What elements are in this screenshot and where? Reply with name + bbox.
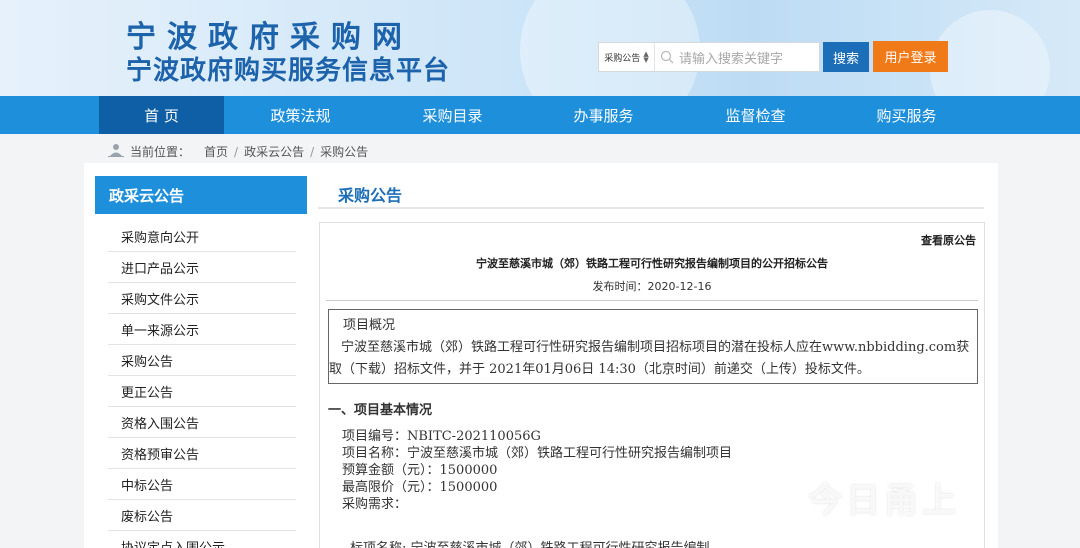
nav-item-catalog[interactable]: 采购目录: [390, 96, 515, 134]
overview-heading: 项目概况: [343, 318, 396, 333]
sidebar-list: 采购意向公开 进口产品公示 采购文件公示 单一来源公示 采购公告 更正公告 资格…: [108, 221, 296, 548]
nav-item-purchase-services[interactable]: 购买服务: [844, 96, 969, 134]
select-arrows-icon: ▲ ▼: [643, 50, 649, 64]
search-scope-label: 采购公告: [604, 53, 641, 64]
search-input[interactable]: 请输入搜索关键字: [679, 48, 783, 67]
breadcrumb-separator: /: [234, 144, 239, 159]
project-max-price: 最高限价（元）：1500000: [342, 480, 498, 495]
sidebar-item-correction[interactable]: 更正公告: [108, 376, 296, 407]
section-1-heading: 一、项目基本情况: [328, 403, 433, 418]
sidebar-item-prequalification[interactable]: 资格预审公告: [108, 438, 296, 469]
main-nav: 首 页 政策法规 采购目录 办事服务 监督检查 购买服务: [0, 96, 1080, 134]
nav-item-services[interactable]: 办事服务: [541, 96, 666, 134]
project-number: 项目编号：NBITC-202110056G: [342, 429, 541, 444]
sidebar-item-intent[interactable]: 采购意向公开: [108, 221, 296, 252]
overview-line-1: 宁波至慈溪市城（郊）铁路工程可行性研究报告编制项目招标项目的潜在投标人应在www…: [341, 340, 970, 355]
content-divider: [318, 207, 984, 209]
breadcrumb-item-zcy[interactable]: 政采云公告: [244, 143, 304, 160]
sidebar-item-cancel[interactable]: 废标公告: [108, 500, 296, 531]
sidebar-item-docs[interactable]: 采购文件公示: [108, 283, 296, 314]
breadcrumb-label: 当前位置：: [130, 145, 191, 159]
sidebar-item-import[interactable]: 进口产品公示: [108, 252, 296, 283]
sidebar-title: 政采云公告: [95, 176, 307, 214]
breadcrumb: 当前位置： 首页 / 政采云公告 / 采购公告: [108, 143, 368, 160]
search-icon: [655, 50, 679, 64]
lot-name: 标项名称: 宁波至慈溪市城（郊）铁路工程可行性研究报告编制: [350, 537, 710, 548]
watermark: 今日甬上: [808, 481, 960, 521]
search-box: 采购公告 ▲ ▼ 请输入搜索关键字: [598, 42, 820, 72]
sidebar-item-single-source[interactable]: 单一来源公示: [108, 314, 296, 345]
site-subtitle: 宁波政府购买服务信息平台: [126, 56, 451, 86]
breadcrumb-item-current: 采购公告: [320, 145, 369, 159]
search-button[interactable]: 搜索: [823, 42, 869, 72]
view-original-link[interactable]: 查看原公告: [921, 232, 976, 248]
content-section-title: 采购公告: [338, 186, 403, 205]
search-scope-select[interactable]: 采购公告 ▲ ▼: [599, 43, 655, 71]
site-header: 宁波政府采购网 宁波政府购买服务信息平台 采购公告 ▲ ▼ 请输入搜索关键字 搜索…: [0, 0, 1080, 96]
breadcrumb-separator: /: [310, 144, 315, 159]
sidebar-item-announcement[interactable]: 采购公告: [108, 345, 296, 376]
location-icon: [108, 143, 124, 160]
nav-item-home[interactable]: 首 页: [99, 96, 224, 134]
sidebar-item-agreement[interactable]: 协议定点入围公示: [108, 531, 296, 548]
project-info: 项目编号：NBITC-202110056G 项目名称：宁波至慈溪市城（郊）铁路工…: [342, 428, 732, 513]
document-divider: [326, 300, 978, 301]
project-requirements: 采购需求：: [342, 497, 408, 512]
sidebar-item-qualification[interactable]: 资格入围公告: [108, 407, 296, 438]
sidebar-item-award[interactable]: 中标公告: [108, 469, 296, 500]
project-name: 项目名称：宁波至慈溪市城（郊）铁路工程可行性研究报告编制项目: [342, 446, 733, 461]
header-decoration: [930, 10, 1050, 96]
document-title: 宁波至慈溪市城（郊）铁路工程可行性研究报告编制项目的公开招标公告: [476, 257, 828, 270]
breadcrumb-item-home[interactable]: 首页: [204, 143, 228, 160]
login-button[interactable]: 用户登录: [873, 41, 948, 72]
project-overview-box: 项目概况 宁波至慈溪市城（郊）铁路工程可行性研究报告编制项目招标项目的潜在投标人…: [328, 309, 978, 384]
overview-line-2: 取（下载）招标文件，并于 2021年01月06日 14:30（北京时间）前递交（…: [329, 362, 870, 377]
nav-item-supervision[interactable]: 监督检查: [693, 96, 818, 134]
publish-time: 发布时间：2020-12-16: [592, 280, 712, 293]
nav-item-policy[interactable]: 政策法规: [238, 96, 363, 134]
project-budget: 预算金额（元）：1500000: [342, 463, 498, 478]
